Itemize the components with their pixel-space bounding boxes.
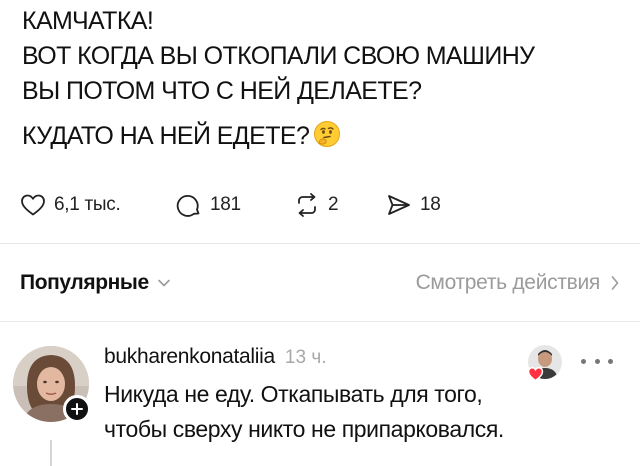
- heart-icon: [527, 366, 544, 387]
- comment-text-line: Никуда не еду. Откапывать для того,: [104, 381, 483, 407]
- like-button[interactable]: 6,1 тыс.: [20, 193, 176, 217]
- comments-filter-row: Популярные Смотреть действия: [20, 268, 620, 298]
- sort-label: Популярные: [20, 271, 149, 294]
- repost-icon: [298, 193, 316, 217]
- post-line: ВЫ ПОТОМ ЧТО С НЕЙ ДЕЛАЕТЕ?: [22, 77, 422, 105]
- post-line-text: КУДАТО НА НЕЙ ЕДЕТЕ?: [22, 122, 310, 150]
- heart-icon: [21, 194, 45, 216]
- shares-count: 18: [420, 194, 441, 215]
- post-action-bar: 6,1 тыс. 181 2 18: [20, 190, 476, 220]
- post-line: КАМЧАТКА!: [22, 7, 154, 35]
- plus-icon: [71, 403, 83, 415]
- thinking-face-emoji-icon: [313, 120, 341, 158]
- chevron-down-icon: [157, 279, 170, 287]
- comment-timestamp: 13 ч.: [284, 347, 327, 368]
- likes-count: 6,1 тыс.: [54, 194, 121, 215]
- repost-button[interactable]: 2: [294, 192, 386, 218]
- view-activity-link[interactable]: Смотреть действия: [416, 271, 620, 295]
- post-body: КАМЧАТКА! ВОТ КОГДА ВЫ ОТКОПАЛИ СВОЮ МАШ…: [22, 4, 622, 158]
- post-line: ВОТ КОГДА ВЫ ОТКОПАЛИ СВОЮ МАШИНУ: [22, 42, 535, 70]
- divider: [0, 243, 640, 244]
- comment-username[interactable]: bukharenkonataliia: [104, 345, 275, 369]
- reply-button[interactable]: 181: [176, 192, 294, 218]
- share-button[interactable]: 18: [386, 192, 476, 218]
- replies-count: 181: [210, 194, 241, 215]
- chevron-right-icon: [611, 276, 619, 290]
- reposts-count: 2: [328, 194, 339, 215]
- post-line-question: КУДАТО НА НЕЙ ЕДЕТЕ?: [22, 119, 622, 158]
- comment-bubble-icon: [176, 195, 200, 217]
- send-icon: [388, 195, 410, 215]
- comment-text-line: чтобы сверху никто не припарковался.: [104, 416, 504, 442]
- view-activity-label: Смотреть действия: [415, 271, 601, 294]
- more-icon[interactable]: [581, 351, 613, 371]
- divider: [0, 321, 640, 322]
- sort-dropdown[interactable]: Популярные: [20, 271, 171, 295]
- follow-plus-button[interactable]: [63, 395, 91, 423]
- thread-line: [50, 440, 52, 466]
